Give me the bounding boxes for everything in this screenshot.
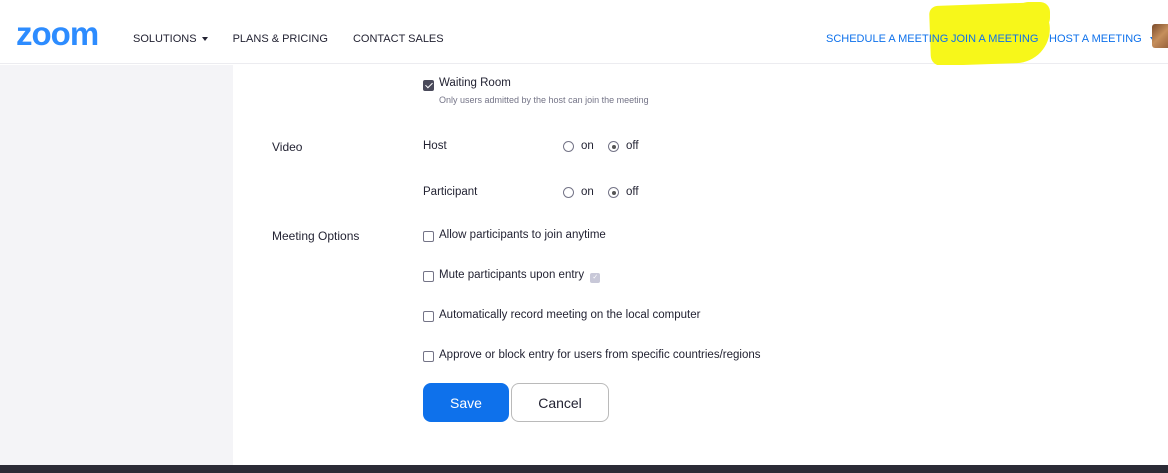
auto-record-local-checkbox[interactable]	[423, 311, 434, 322]
allow-join-anytime-checkbox[interactable]	[423, 231, 434, 242]
yellow-highlight-mark-top	[1018, 2, 1050, 28]
top-header: zoom SOLUTIONS PLANS & PRICING CONTACT S…	[0, 0, 1168, 67]
waiting-room-description: Only users admitted by the host can join…	[439, 95, 649, 105]
chevron-down-icon	[201, 37, 208, 41]
info-icon[interactable]: ✓	[590, 273, 601, 283]
avatar[interactable]	[1152, 24, 1168, 48]
mute-upon-entry-label: Mute participants upon entry	[439, 269, 585, 281]
video-host-on-label: on	[581, 140, 594, 152]
nav-solutions[interactable]: SOLUTIONS	[133, 33, 208, 45]
host-meeting-menu[interactable]: HOST A MEETING	[1049, 33, 1156, 45]
waiting-room-checkbox[interactable]	[423, 80, 434, 91]
schedule-meeting-link[interactable]: SCHEDULE A MEETING	[826, 33, 948, 45]
meeting-options-label: Meeting Options	[272, 229, 360, 243]
mute-upon-entry-checkbox[interactable]	[423, 271, 434, 282]
host-meeting-label: HOST A MEETING	[1049, 33, 1142, 45]
video-participant-off-radio[interactable]	[608, 187, 619, 198]
nav-contact-sales[interactable]: CONTACT SALES	[353, 33, 444, 45]
cancel-button[interactable]: Cancel	[511, 383, 609, 422]
approve-block-countries-label: Approve or block entry for users from sp…	[439, 349, 761, 361]
nav-solutions-label: SOLUTIONS	[133, 33, 197, 45]
auto-record-local-label: Automatically record meeting on the loca…	[439, 309, 701, 321]
video-section-label: Video	[272, 140, 303, 154]
video-host-off-label: off	[626, 140, 639, 152]
zoom-logo[interactable]: zoom	[16, 17, 99, 50]
nav-contact-sales-label: CONTACT SALES	[352, 33, 444, 45]
allow-join-anytime-label: Allow participants to join anytime	[439, 229, 606, 241]
join-meeting-link[interactable]: JOIN A MEETING	[951, 33, 1038, 45]
video-participant-on-radio[interactable]	[563, 187, 574, 198]
waiting-room-label: Waiting Room	[439, 77, 511, 89]
nav-plans-pricing[interactable]: PLANS & PRICING	[233, 33, 328, 45]
footer-bar	[0, 465, 1168, 473]
sidebar	[0, 65, 233, 465]
video-host-label: Host	[423, 140, 447, 152]
nav-plans-pricing-label: PLANS & PRICING	[232, 33, 328, 45]
approve-block-countries-checkbox[interactable]	[423, 351, 434, 362]
video-host-on-radio[interactable]	[563, 141, 574, 152]
settings-panel: Waiting Room Only users admitted by the …	[233, 65, 1168, 465]
save-button[interactable]: Save	[423, 383, 509, 422]
mute-upon-entry-option: Mute participants upon entry ✓	[439, 269, 601, 283]
video-participant-off-label: off	[626, 186, 639, 198]
video-participant-label: Participant	[423, 186, 478, 198]
video-participant-on-label: on	[581, 186, 594, 198]
video-host-off-radio[interactable]	[608, 141, 619, 152]
primary-nav: SOLUTIONS PLANS & PRICING CONTACT SALES	[133, 33, 469, 45]
